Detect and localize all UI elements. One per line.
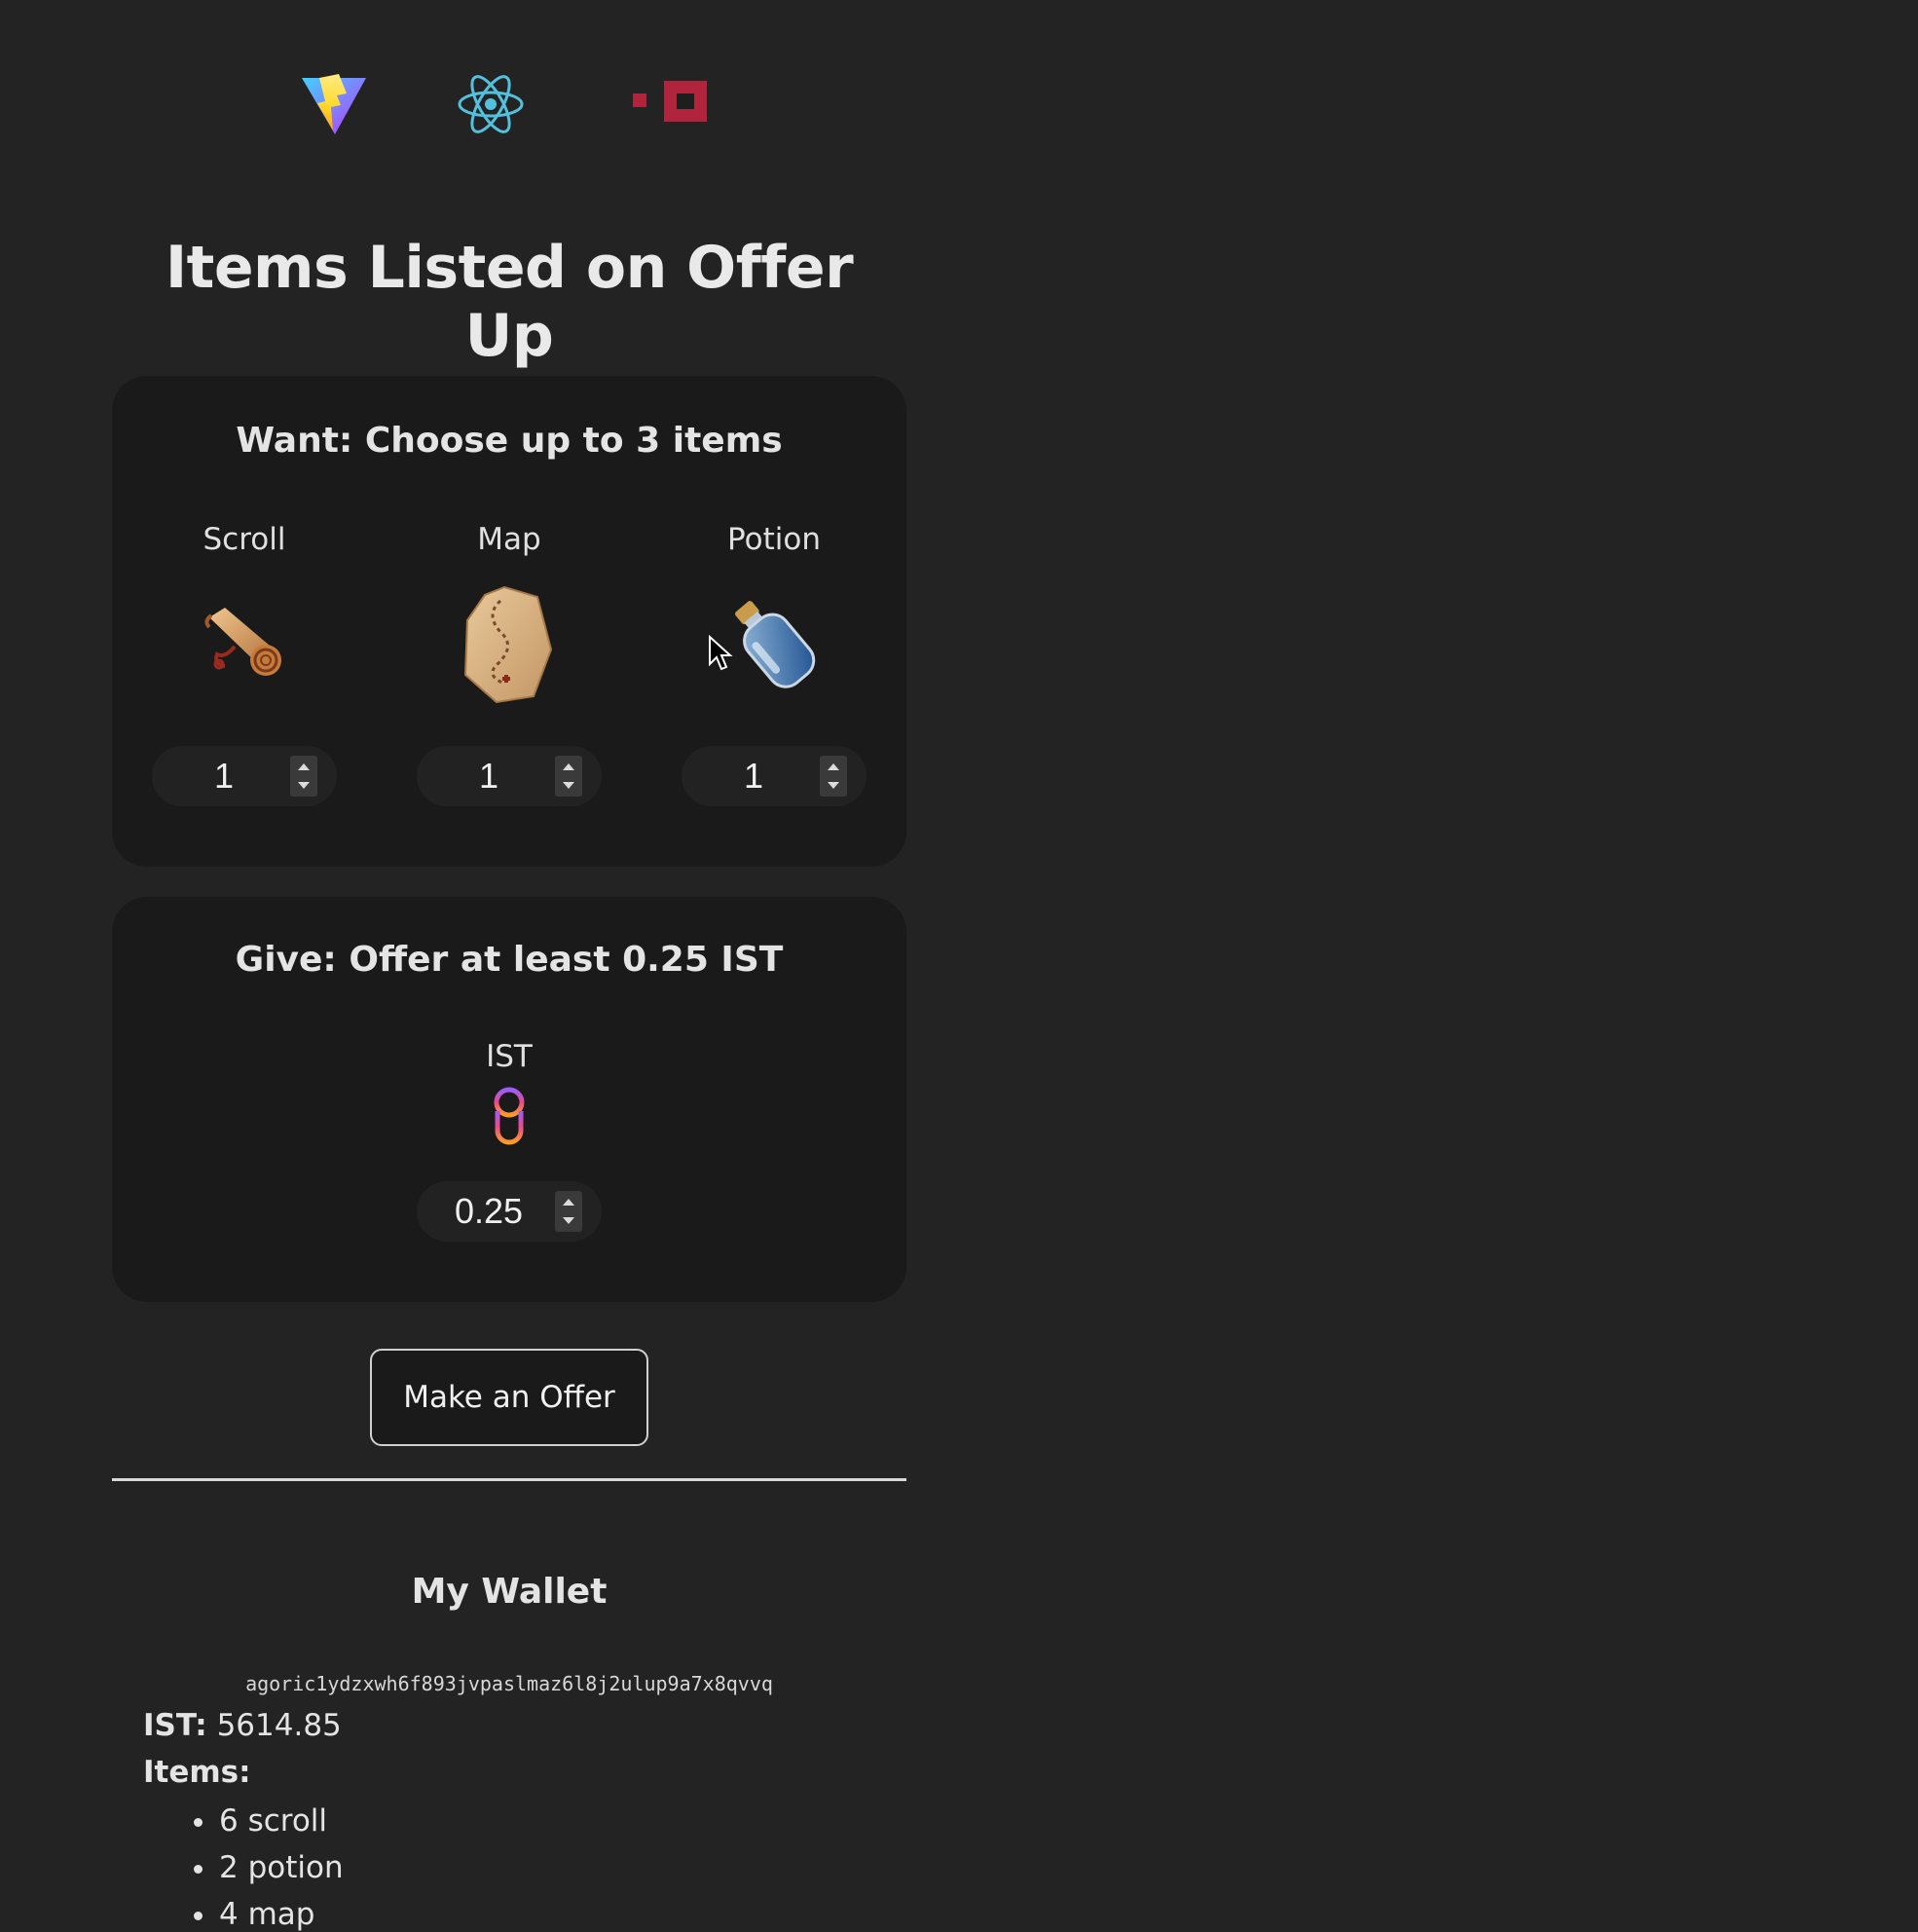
increment-arrow-icon[interactable] xyxy=(828,763,839,770)
want-title: Want: Choose up to 3 items xyxy=(236,421,783,461)
ist-balance-value: 5614.85 xyxy=(216,1708,342,1743)
app-root: Items Listed on Offer Up Want: Choose up… xyxy=(0,0,1918,1932)
spin-buttons[interactable] xyxy=(820,756,847,797)
amount-value[interactable]: 0.25 xyxy=(417,1181,561,1242)
quantity-value[interactable]: 1 xyxy=(152,746,296,806)
scroll-icon xyxy=(204,608,281,676)
give-title: Give: Offer at least 0.25 IST xyxy=(235,940,784,980)
agoric-logo-icon[interactable] xyxy=(633,81,711,122)
react-logo-icon[interactable] xyxy=(457,68,525,140)
decrement-arrow-icon[interactable] xyxy=(298,782,310,789)
want-item-map: Map xyxy=(397,520,621,713)
ist-icon xyxy=(494,1087,525,1145)
decrement-arrow-icon[interactable] xyxy=(828,782,839,789)
page-title: Items Listed on Offer Up xyxy=(165,234,854,370)
list-item: 4 map xyxy=(194,1891,344,1932)
divider xyxy=(112,1478,906,1481)
list-item: 2 potion xyxy=(194,1844,344,1891)
spin-buttons[interactable] xyxy=(290,756,317,797)
quantity-value[interactable]: 1 xyxy=(682,746,826,806)
wallet-address: agoric1ydzxwh6f893jvpaslmaz6l8j2ulup9a7x… xyxy=(245,1672,773,1695)
logo-row xyxy=(112,64,906,142)
wallet-ist-balance: IST: 5614.85 xyxy=(143,1708,342,1743)
potion-icon xyxy=(735,601,816,688)
mouse-cursor-icon xyxy=(709,635,733,671)
quantity-value[interactable]: 1 xyxy=(417,746,561,806)
ist-amount-stepper[interactable]: 0.25 xyxy=(417,1181,602,1242)
want-item-scroll: Scroll xyxy=(132,520,356,713)
spin-buttons[interactable] xyxy=(555,756,582,797)
give-item-ist: IST xyxy=(397,1037,621,1154)
map-icon xyxy=(463,585,553,704)
wallet-items-label: Items: xyxy=(143,1755,251,1790)
item-name: Map xyxy=(477,522,541,557)
potion-quantity-stepper[interactable]: 1 xyxy=(682,746,867,806)
list-item: 6 scroll xyxy=(194,1798,344,1844)
decrement-arrow-icon[interactable] xyxy=(563,1217,574,1224)
item-name: Potion xyxy=(727,522,821,557)
make-offer-button[interactable]: Make an Offer xyxy=(370,1349,648,1446)
spin-buttons[interactable] xyxy=(555,1191,582,1232)
vite-logo-icon[interactable] xyxy=(300,72,368,136)
increment-arrow-icon[interactable] xyxy=(298,763,310,770)
decrement-arrow-icon[interactable] xyxy=(563,782,574,789)
wallet-title: My Wallet xyxy=(411,1572,608,1612)
item-name: IST xyxy=(486,1039,533,1074)
want-card: Want: Choose up to 3 items Scroll 1 Map … xyxy=(112,376,906,867)
item-name: Scroll xyxy=(203,522,286,557)
want-item-potion: Potion xyxy=(662,520,886,713)
items-label: Items: xyxy=(143,1755,251,1790)
increment-arrow-icon[interactable] xyxy=(563,1199,574,1206)
give-card: Give: Offer at least 0.25 IST IST 0.25 xyxy=(112,897,906,1302)
map-quantity-stepper[interactable]: 1 xyxy=(417,746,602,806)
increment-arrow-icon[interactable] xyxy=(563,763,574,770)
wallet-items-list: 6 scroll 2 potion 4 map xyxy=(194,1798,344,1932)
ist-label: IST: xyxy=(143,1708,207,1743)
scroll-quantity-stepper[interactable]: 1 xyxy=(152,746,337,806)
